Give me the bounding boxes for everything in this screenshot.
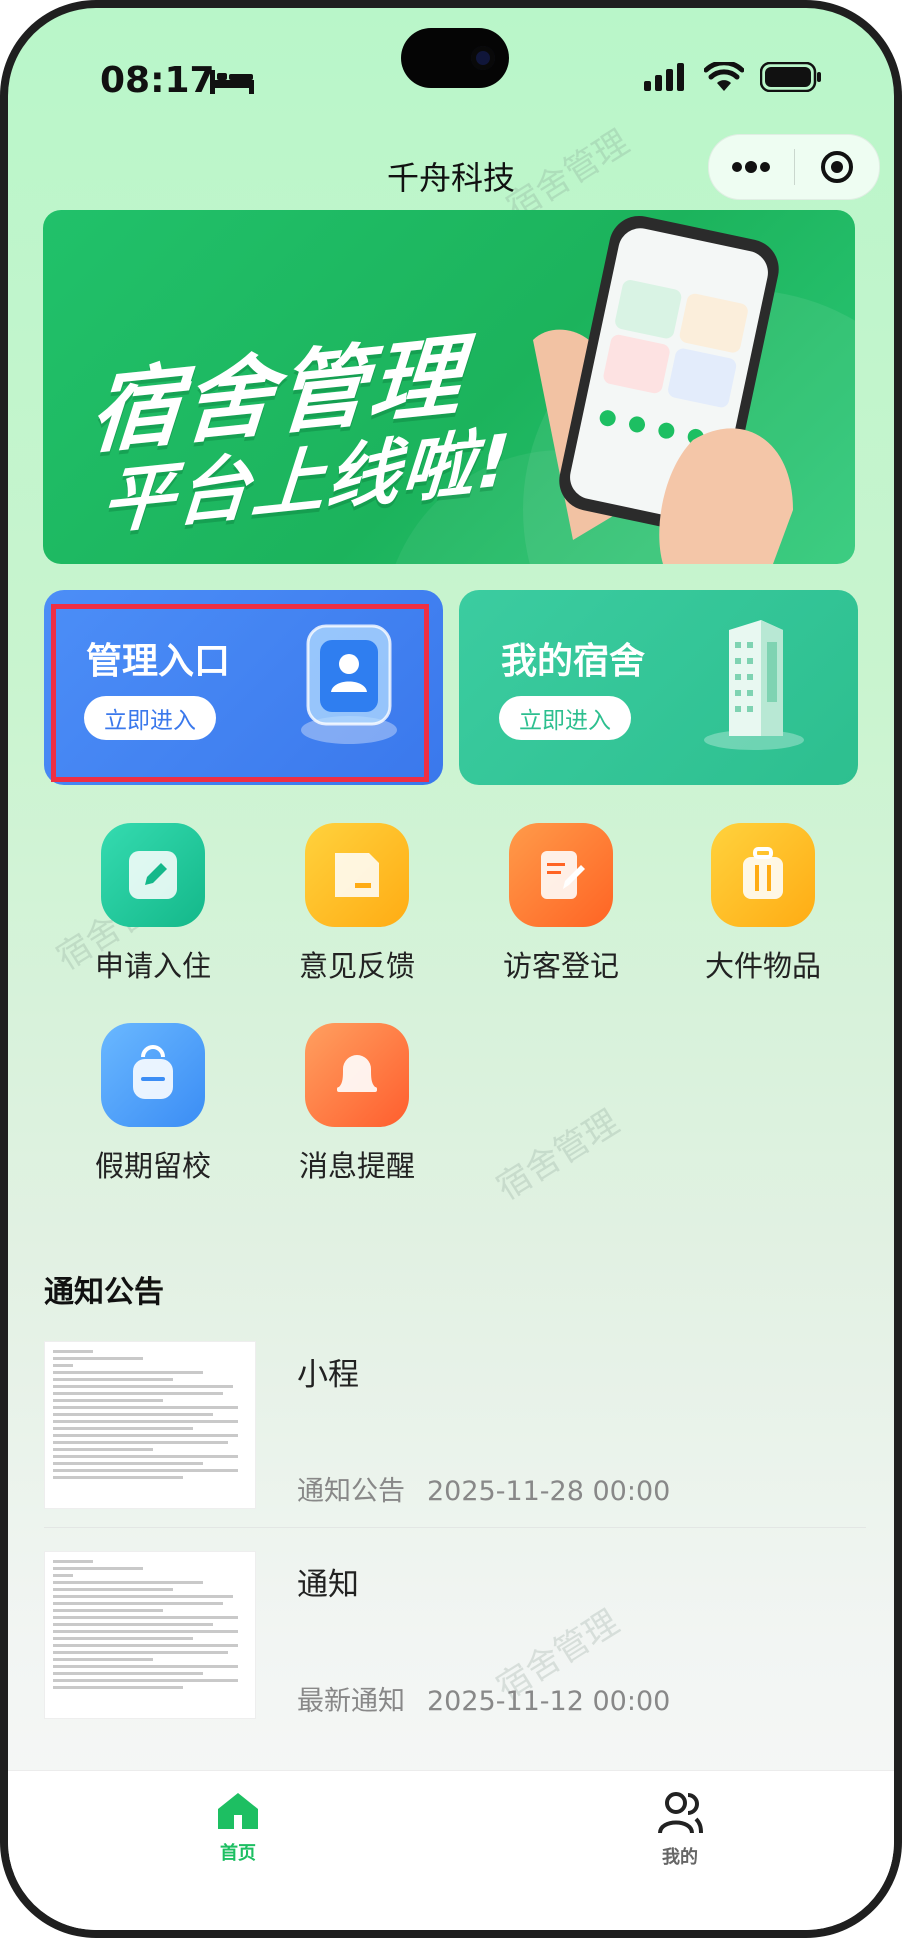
notice-title: 小程: [297, 1357, 359, 1393]
target-close-icon: [820, 151, 853, 183]
tab-home-label: 首页: [220, 1843, 256, 1864]
battery-icon: [760, 62, 821, 92]
apply-checkin-action[interactable]: 申请入住: [68, 823, 238, 985]
feedback-action[interactable]: 意见反馈: [272, 823, 442, 985]
message-reminder-action[interactable]: 消息提醒: [272, 1023, 442, 1185]
my-dorm-title: 我的宿舍: [501, 641, 646, 682]
notice-meta: 最新通知 2025-11-12 00:00: [297, 1679, 692, 1718]
user-group-icon: [658, 1792, 703, 1834]
admin-entry-title: 管理入口: [86, 641, 231, 682]
apply-checkin-label: 申请入住: [94, 949, 211, 983]
backpack-icon: [101, 1023, 205, 1127]
cellular-signal-icon: [644, 63, 684, 91]
app-screen: 宿舍管理 宿舍管理 宿舍管理 宿舍管理 宿舍管理 宿舍管理 宿舍管理 宿舍管理 …: [8, 8, 894, 1930]
dynamic-island: [401, 28, 509, 88]
notice-category: 最新通知: [297, 1686, 405, 1717]
home-icon: [218, 1793, 258, 1829]
camera-icon: [471, 46, 495, 70]
more-button[interactable]: [709, 135, 794, 199]
wifi-icon: [704, 62, 744, 91]
bed-icon: [210, 70, 254, 94]
notice-meta: 通知公告 2025-11-28 00:00: [297, 1469, 692, 1508]
holiday-stay-action[interactable]: 假期留校: [68, 1023, 238, 1185]
building-icon: [704, 620, 804, 750]
notice-title: 通知: [297, 1567, 359, 1603]
my-dorm-enter-button[interactable]: 立即进入: [499, 696, 631, 740]
edit-icon: [101, 823, 205, 927]
list-divider: [44, 1527, 866, 1528]
large-items-label: 大件物品: [704, 949, 821, 983]
luggage-icon: [711, 823, 815, 927]
phone-frame: 宿舍管理 宿舍管理 宿舍管理 宿舍管理 宿舍管理 宿舍管理 宿舍管理 宿舍管理 …: [0, 0, 902, 1938]
notice-thumbnail: [44, 1551, 256, 1719]
feedback-icon: [305, 823, 409, 927]
notice-item[interactable]: 小程 通知公告 2025-11-28 00:00: [44, 1341, 866, 1517]
notices-section-title: 通知公告: [44, 1275, 164, 1310]
admin-enter-button[interactable]: 立即进入: [84, 696, 216, 740]
feedback-label: 意见反馈: [298, 949, 415, 983]
notice-category: 通知公告: [297, 1476, 405, 1507]
promo-banner[interactable]: 宿舍管理 平台上线啦!: [43, 210, 855, 564]
admin-entry-card[interactable]: 管理入口 立即进入: [44, 590, 443, 785]
notebook-pen-icon: [509, 823, 613, 927]
visitor-registration-label: 访客登记: [502, 949, 619, 983]
notice-thumbnail: [44, 1341, 256, 1509]
miniprogram-capsule: [708, 134, 880, 200]
watermark: 宿舍管理: [489, 1102, 627, 1209]
admin-badge-icon: [301, 624, 397, 744]
tab-mine-label: 我的: [662, 1847, 698, 1868]
status-indicators: [644, 62, 822, 92]
close-miniprogram-button[interactable]: [795, 135, 880, 199]
notice-item[interactable]: 通知 最新通知 2025-11-12 00:00: [44, 1551, 866, 1727]
bell-icon: [305, 1023, 409, 1127]
holiday-stay-label: 假期留校: [94, 1149, 211, 1183]
notice-datetime: 2025-11-12 00:00: [427, 1686, 671, 1717]
tab-home[interactable]: 首页: [168, 1791, 308, 1865]
visitor-registration-action[interactable]: 访客登记: [476, 823, 646, 985]
tab-mine[interactable]: 我的: [610, 1791, 750, 1869]
phone-in-hand-illustration: [533, 215, 793, 564]
message-reminder-label: 消息提醒: [298, 1149, 415, 1183]
status-time: 08:17: [100, 60, 215, 101]
notice-datetime: 2025-11-28 00:00: [427, 1476, 671, 1507]
more-dots-icon: [732, 161, 771, 173]
my-dorm-card[interactable]: 我的宿舍 立即进入: [459, 590, 858, 785]
large-items-action[interactable]: 大件物品: [678, 823, 848, 985]
bottom-tab-bar: 首页 我的: [8, 1770, 894, 1930]
